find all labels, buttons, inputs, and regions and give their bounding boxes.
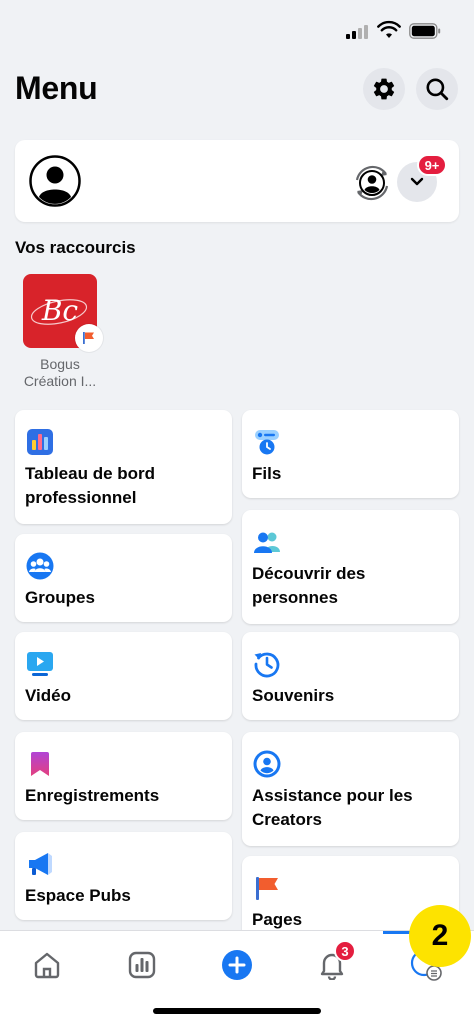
- pages-flag-icon: [256, 877, 278, 900]
- section-title-shortcuts: Vos raccourcis: [15, 238, 136, 257]
- tile-label: Fils: [252, 464, 282, 483]
- tile-souvenirs[interactable]: Souvenirs: [242, 632, 459, 720]
- tile-label: Découvrir des personnes: [252, 564, 366, 607]
- avatar[interactable]: [29, 155, 81, 207]
- dashboard-icon: [27, 429, 53, 455]
- home-indicator: [153, 1008, 321, 1014]
- tab-create[interactable]: [217, 945, 257, 985]
- tile-fils[interactable]: Fils: [242, 410, 459, 498]
- tile-label: Groupes: [25, 588, 95, 607]
- tile-label: Assistance pour les Creators: [252, 786, 413, 829]
- profile-card[interactable]: 9+: [15, 140, 459, 222]
- tile-video[interactable]: Vidéo: [15, 632, 232, 720]
- notifications-count-badge: 3: [334, 940, 356, 962]
- home-icon: [34, 952, 60, 979]
- tile-assistance-creators[interactable]: Assistance pour les Creators: [242, 732, 459, 846]
- tile-decouvrir-des-personnes[interactable]: Découvrir des personnes: [242, 510, 459, 624]
- dashboard-nav-icon: [128, 951, 156, 979]
- tab-home[interactable]: [27, 945, 67, 985]
- settings-button[interactable]: [363, 68, 405, 110]
- people-icon: [254, 532, 280, 553]
- page-title: Menu: [15, 70, 98, 106]
- step-number-badge: 2: [409, 905, 471, 967]
- groups-icon: [26, 552, 54, 580]
- page-logo: Bc: [23, 274, 103, 352]
- menu-header: Menu: [0, 68, 474, 114]
- tile-label: Tableau de bord professionnel: [25, 464, 156, 507]
- svg-text:Bc: Bc: [41, 294, 79, 327]
- notification-badge: 9+: [417, 154, 447, 176]
- search-button[interactable]: [416, 68, 458, 110]
- tile-label: Vidéo: [25, 686, 71, 705]
- shortcut-label: Bogus Création I...: [23, 356, 97, 389]
- tile-enregistrements[interactable]: Enregistrements: [15, 732, 232, 820]
- tile-label: Enregistrements: [25, 786, 160, 805]
- creator-support-icon: [253, 750, 281, 778]
- wifi-icon: [377, 20, 401, 38]
- memories-icon: [254, 652, 280, 678]
- tile-espace-pubs[interactable]: Espace Pubs: [15, 832, 232, 920]
- create-icon: [222, 950, 252, 980]
- megaphone-icon: [29, 853, 52, 875]
- battery-icon: [409, 23, 441, 39]
- tile-label: Espace Pubs: [25, 886, 131, 905]
- shortcut-item[interactable]: Bc Bogus Création I...: [18, 274, 103, 390]
- video-icon: [27, 652, 53, 676]
- tab-dashboard[interactable]: [122, 945, 162, 985]
- tile-groupes[interactable]: Groupes: [15, 534, 232, 622]
- search-icon: [426, 78, 449, 101]
- switch-profile-icon[interactable]: [351, 162, 393, 204]
- gear-icon: [373, 78, 395, 100]
- tile-tableau-de-bord[interactable]: Tableau de bord professionnel: [15, 410, 232, 524]
- bookmark-icon: [31, 752, 49, 776]
- status-bar: [0, 0, 474, 62]
- feeds-icon: [255, 430, 279, 455]
- tile-label: Souvenirs: [252, 686, 335, 705]
- pages-flag-icon: [75, 324, 103, 352]
- chevron-down-icon: [410, 177, 424, 186]
- cellular-signal-icon: [346, 25, 372, 39]
